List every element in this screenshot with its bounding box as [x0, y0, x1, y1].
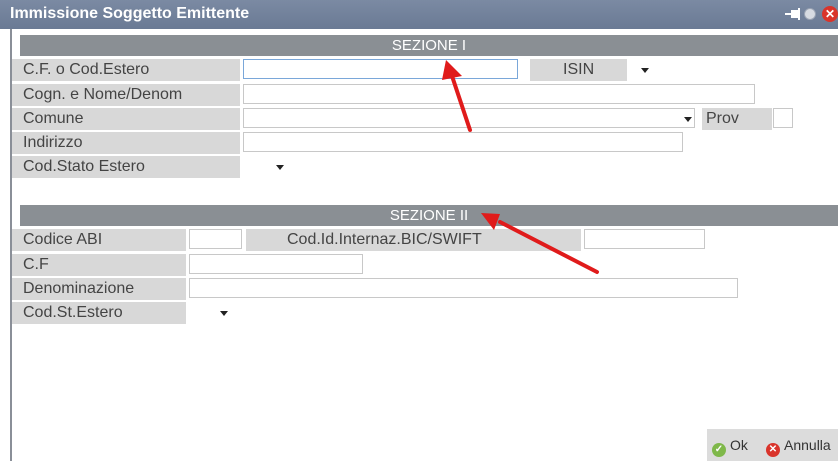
comune-label: Comune	[12, 108, 240, 130]
prov-input[interactable]	[773, 108, 793, 128]
chevron-down-icon[interactable]	[220, 311, 228, 316]
comune-select[interactable]	[243, 108, 695, 128]
circle-icon[interactable]	[804, 8, 816, 20]
cognome-label: Cogn. e Nome/Denom	[12, 84, 240, 106]
indirizzo-input[interactable]	[243, 132, 683, 152]
cognome-input[interactable]	[243, 84, 755, 104]
indirizzo-label: Indirizzo	[12, 132, 240, 154]
cf-label: C.F. o Cod.Estero	[12, 59, 240, 81]
annulla-button[interactable]: ✕ Annulla	[766, 431, 831, 459]
x-icon: ✕	[766, 443, 780, 457]
bic-label: Cod.Id.Internaz.BIC/SWIFT	[287, 231, 482, 248]
cf2-label: C.F	[12, 254, 186, 276]
window-titlebar: Immissione Soggetto Emittente ✕	[0, 0, 838, 29]
st-estero-label: Cod.St.Estero	[12, 302, 186, 324]
window-title: Immissione Soggetto Emittente	[10, 5, 250, 22]
ok-button[interactable]: ✓ Ok	[712, 431, 748, 459]
cf-input[interactable]	[243, 59, 518, 79]
cf2-input[interactable]	[189, 254, 363, 274]
denominazione-input[interactable]	[189, 278, 738, 298]
close-icon[interactable]: ✕	[822, 6, 838, 22]
section-header-2: SEZIONE II	[20, 205, 838, 226]
denominazione-label: Denominazione	[12, 278, 186, 300]
chevron-down-icon[interactable]	[684, 117, 692, 122]
isin-label: ISIN	[563, 61, 595, 78]
chevron-down-icon[interactable]	[276, 165, 284, 170]
pin-icon[interactable]	[785, 7, 801, 20]
annulla-label: Annulla	[784, 437, 831, 453]
section-header-1: SEZIONE I	[20, 35, 838, 56]
ok-label: Ok	[730, 437, 748, 453]
bic-input[interactable]	[584, 229, 705, 249]
prov-label: Prov	[706, 110, 739, 127]
chevron-down-icon[interactable]	[641, 68, 649, 73]
check-icon: ✓	[712, 443, 726, 457]
stato-estero-label: Cod.Stato Estero	[12, 156, 240, 178]
abi-input[interactable]	[189, 229, 242, 249]
abi-label: Codice ABI	[12, 229, 186, 251]
isin-select[interactable]	[627, 59, 653, 79]
